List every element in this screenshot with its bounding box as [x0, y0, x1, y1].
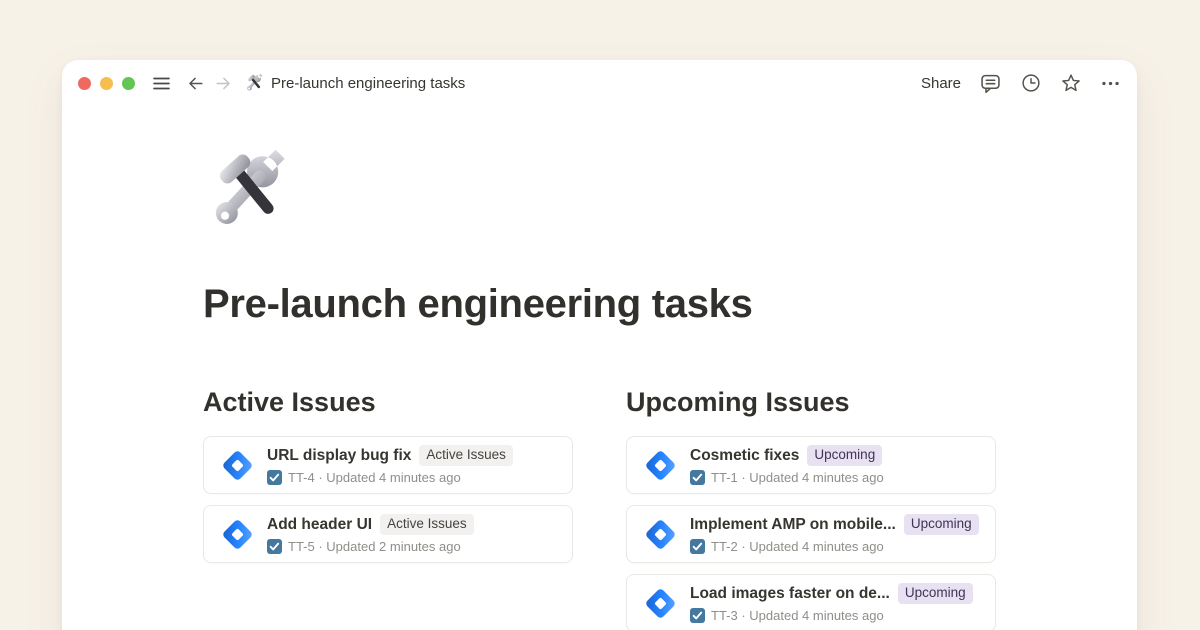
jira-diamond-icon — [642, 585, 679, 622]
breadcrumb-page-title[interactable]: Pre-launch engineering tasks — [271, 75, 465, 92]
card-meta: TT-5 · Updated 2 minutes ago — [288, 539, 461, 554]
jira-diamond-icon — [642, 516, 679, 553]
checked-checkbox-icon — [690, 608, 705, 623]
columns: Active Issues URL display bug fix Active… — [203, 385, 1137, 630]
jira-diamond-icon — [219, 516, 256, 553]
issue-card[interactable]: URL display bug fix Active Issues TT-4 ·… — [203, 436, 573, 494]
section-heading-upcoming-issues[interactable]: Upcoming Issues — [626, 385, 996, 419]
status-tag: Upcoming — [904, 514, 979, 536]
section-heading-active-issues[interactable]: Active Issues — [203, 385, 573, 419]
page-body: Pre-launch engineering tasks Active Issu… — [62, 106, 1137, 630]
page-title[interactable]: Pre-launch engineering tasks — [203, 281, 1137, 328]
history-clock-icon[interactable] — [1020, 72, 1042, 94]
card-meta: TT-1 · Updated 4 minutes ago — [711, 470, 884, 485]
app-window: Pre-launch engineering tasks Share — [62, 60, 1137, 630]
card-title: URL display bug fix — [267, 447, 411, 465]
checked-checkbox-icon — [690, 539, 705, 554]
forward-icon[interactable] — [214, 74, 233, 93]
titlebar: Pre-launch engineering tasks Share — [62, 60, 1137, 106]
status-tag: Upcoming — [807, 445, 882, 467]
minimize-window-button[interactable] — [100, 77, 113, 90]
star-icon[interactable] — [1060, 72, 1082, 94]
card-title: Load images faster on de... — [690, 585, 890, 603]
status-tag: Active Issues — [419, 445, 513, 467]
issue-card[interactable]: Add header UI Active Issues TT-5 · Updat… — [203, 505, 573, 563]
card-meta: TT-3 · Updated 4 minutes ago — [711, 608, 884, 623]
more-icon[interactable] — [1100, 73, 1121, 94]
checked-checkbox-icon — [267, 539, 282, 554]
back-icon[interactable] — [186, 74, 205, 93]
checked-checkbox-icon — [267, 470, 282, 485]
checked-checkbox-icon — [690, 470, 705, 485]
card-meta: TT-2 · Updated 4 minutes ago — [711, 539, 884, 554]
hamburger-menu-icon[interactable] — [151, 73, 172, 94]
status-tag: Upcoming — [898, 583, 973, 605]
issue-card[interactable]: Implement AMP on mobile... Upcoming TT-2… — [626, 505, 996, 563]
column-upcoming-issues: Upcoming Issues Cosmetic fixes Upcoming — [626, 385, 996, 630]
card-title: Cosmetic fixes — [690, 447, 799, 465]
card-meta: TT-4 · Updated 4 minutes ago — [288, 470, 461, 485]
card-title: Implement AMP on mobile... — [690, 516, 896, 534]
issue-card[interactable]: Cosmetic fixes Upcoming TT-1 · Updated 4… — [626, 436, 996, 494]
jira-diamond-icon — [219, 447, 256, 484]
card-title: Add header UI — [267, 516, 372, 534]
column-active-issues: Active Issues URL display bug fix Active… — [203, 385, 573, 630]
close-window-button[interactable] — [78, 77, 91, 90]
status-tag: Active Issues — [380, 514, 474, 536]
page-icon-hammer-and-wrench[interactable] — [203, 147, 291, 235]
hammer-and-wrench-icon — [244, 73, 264, 93]
canvas-background: Pre-launch engineering tasks Share — [0, 0, 1200, 630]
window-controls — [78, 77, 135, 90]
jira-diamond-icon — [642, 447, 679, 484]
share-button[interactable]: Share — [921, 75, 961, 92]
titlebar-actions: Share — [921, 72, 1121, 95]
comment-icon[interactable] — [979, 72, 1002, 95]
issue-card[interactable]: Load images faster on de... Upcoming TT-… — [626, 574, 996, 630]
maximize-window-button[interactable] — [122, 77, 135, 90]
